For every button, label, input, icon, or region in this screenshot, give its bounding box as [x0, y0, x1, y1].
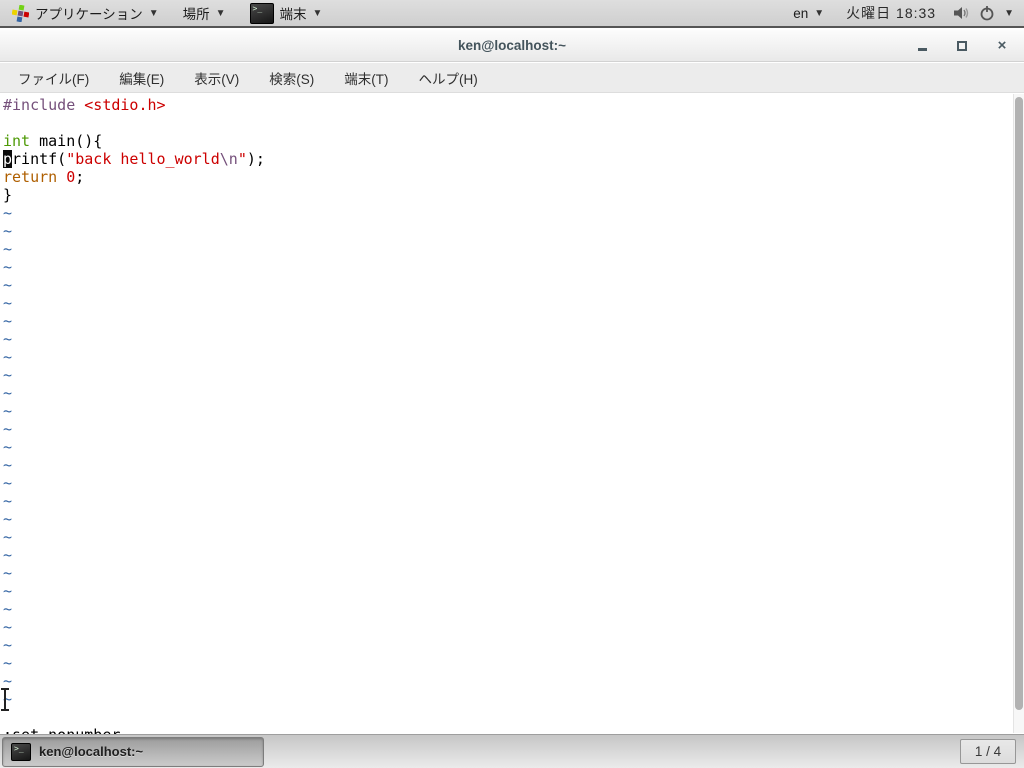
active-app-menu-label: 端末 — [280, 3, 307, 23]
menu-search[interactable]: 検索(S) — [261, 68, 322, 88]
terminal-screen[interactable]: #include <stdio.h> int main(){printf("ba… — [0, 94, 1024, 734]
empty-line-tilde: ~ — [3, 384, 1010, 402]
taskbar-window-button[interactable]: ken@localhost:~ — [2, 737, 264, 767]
top-panel: アプリケーション ▼ 場所 ▼ 端末 ▼ en ▼ 火曜日 18:33 ▼ — [0, 0, 1024, 28]
chevron-down-icon: ▼ — [149, 8, 159, 19]
empty-line-tilde: ~ — [3, 528, 1010, 546]
places-menu-label: 場所 — [183, 3, 210, 23]
menu-edit[interactable]: 編集(E) — [111, 68, 172, 88]
minimize-icon — [918, 48, 927, 51]
scrollbar-thumb[interactable] — [1015, 97, 1023, 710]
applications-menu-label: アプリケーション — [35, 3, 143, 23]
applications-menu-icon — [12, 5, 29, 22]
maximize-icon — [957, 41, 967, 51]
volume-icon[interactable] — [952, 4, 970, 22]
chevron-down-icon[interactable]: ▼ — [1004, 8, 1014, 19]
vim-statusline: :set nonumber 4,1 全て — [0, 708, 1024, 726]
window-controls: × — [914, 38, 1024, 54]
empty-line-tilde: ~ — [3, 546, 1010, 564]
terminal-scrollbar[interactable] — [1013, 94, 1024, 733]
terminal-icon — [11, 743, 31, 761]
code-line: #include <stdio.h> — [3, 96, 1010, 114]
terminal-icon — [250, 3, 274, 24]
window-titlebar[interactable]: ken@localhost:~ × — [0, 30, 1024, 62]
panel-clock[interactable]: 火曜日 18:33 — [838, 3, 944, 23]
power-icon[interactable] — [978, 4, 996, 22]
empty-line-tilde: ~ — [3, 672, 1010, 690]
empty-line-tilde: ~ — [3, 240, 1010, 258]
empty-line-tilde: ~ — [3, 312, 1010, 330]
bottom-taskbar: ken@localhost:~ 1 / 4 — [0, 734, 1024, 768]
code-line — [3, 114, 1010, 132]
empty-line-tilde: ~ — [3, 258, 1010, 276]
terminal-menubar: ファイル(F) 編集(E) 表示(V) 検索(S) 端末(T) ヘルプ(H) — [0, 63, 1024, 93]
code-line: int main(){ — [3, 132, 1010, 150]
empty-line-tilde: ~ — [3, 402, 1010, 420]
empty-line-tilde: ~ — [3, 438, 1010, 456]
places-menu[interactable]: 場所 ▼ — [171, 0, 238, 26]
workspace-switcher[interactable]: 1 / 4 — [960, 739, 1016, 764]
applications-menu[interactable]: アプリケーション ▼ — [0, 0, 171, 26]
chevron-down-icon: ▼ — [216, 8, 226, 19]
window-title: ken@localhost:~ — [0, 38, 1024, 53]
empty-line-tilde: ~ — [3, 654, 1010, 672]
empty-line-tilde: ~ — [3, 276, 1010, 294]
code-line: return 0; — [3, 168, 1010, 186]
maximize-button[interactable] — [954, 38, 970, 54]
panel-status-area: en ▼ 火曜日 18:33 ▼ — [787, 0, 1024, 26]
code-line: } — [3, 186, 1010, 204]
empty-line-tilde: ~ — [3, 294, 1010, 312]
menu-help[interactable]: ヘルプ(H) — [411, 68, 486, 88]
active-app-menu[interactable]: 端末 ▼ — [238, 0, 335, 26]
mouse-ibeam-cursor — [0, 688, 10, 711]
empty-line-tilde: ~ — [3, 420, 1010, 438]
empty-line-tilde: ~ — [3, 330, 1010, 348]
menu-view[interactable]: 表示(V) — [186, 68, 247, 88]
empty-line-tilde: ~ — [3, 222, 1010, 240]
chevron-down-icon: ▼ — [313, 8, 323, 19]
empty-line-tilde: ~ — [3, 204, 1010, 222]
menu-file[interactable]: ファイル(F) — [10, 68, 97, 88]
vim-buffer: #include <stdio.h> int main(){printf("ba… — [3, 96, 1010, 708]
empty-line-tilde: ~ — [3, 690, 1010, 708]
minimize-button[interactable] — [914, 38, 930, 54]
empty-line-tilde: ~ — [3, 582, 1010, 600]
empty-line-tilde: ~ — [3, 474, 1010, 492]
keyboard-layout-label: en — [793, 6, 808, 21]
empty-line-tilde: ~ — [3, 456, 1010, 474]
empty-line-tilde: ~ — [3, 600, 1010, 618]
empty-line-tilde: ~ — [3, 618, 1010, 636]
empty-line-tilde: ~ — [3, 492, 1010, 510]
code-line: printf("back hello_world\n"); — [3, 150, 1010, 168]
empty-line-tilde: ~ — [3, 510, 1010, 528]
close-icon: × — [998, 38, 1007, 53]
empty-line-tilde: ~ — [3, 564, 1010, 582]
close-button[interactable]: × — [994, 38, 1010, 54]
menu-terminal[interactable]: 端末(T) — [336, 68, 396, 88]
panel-menus: アプリケーション ▼ 場所 ▼ 端末 ▼ — [0, 0, 334, 26]
keyboard-layout-indicator[interactable]: en ▼ — [787, 0, 830, 26]
empty-line-tilde: ~ — [3, 366, 1010, 384]
empty-line-tilde: ~ — [3, 348, 1010, 366]
chevron-down-icon: ▼ — [814, 8, 824, 19]
taskbar-window-label: ken@localhost:~ — [39, 744, 143, 759]
empty-line-tilde: ~ — [3, 636, 1010, 654]
